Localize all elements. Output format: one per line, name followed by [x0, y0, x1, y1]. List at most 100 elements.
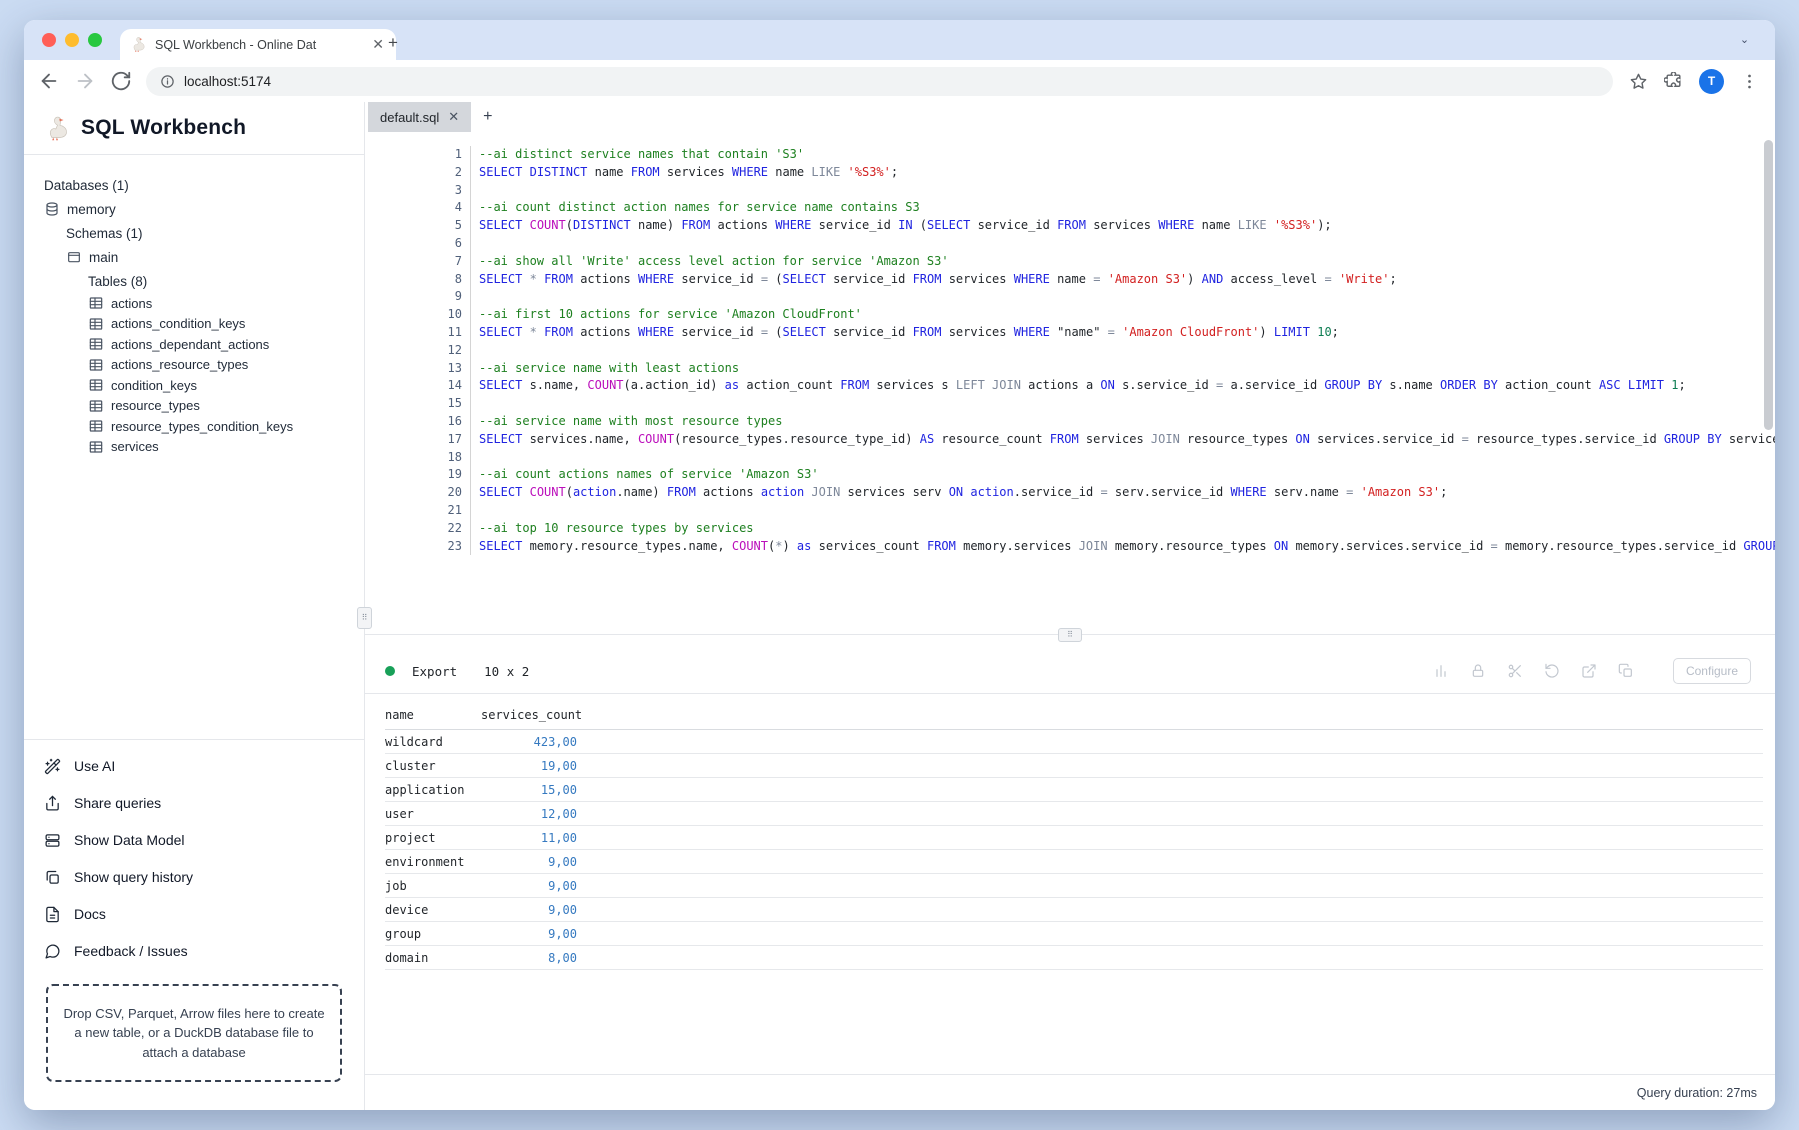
- tree-item-resource-types[interactable]: resource_types: [24, 396, 364, 417]
- new-tab-button[interactable]: +: [388, 34, 398, 51]
- url-text[interactable]: localhost:5174: [184, 74, 271, 89]
- code-line-23[interactable]: 23SELECT memory.resource_types.name, COU…: [365, 538, 1775, 556]
- column-header-name[interactable]: name: [385, 708, 481, 722]
- table-row-user[interactable]: user12,00: [385, 802, 1763, 826]
- address-bar[interactable]: localhost:5174: [146, 67, 1613, 96]
- window-controls[interactable]: [42, 33, 102, 47]
- forward-button[interactable]: [74, 70, 96, 92]
- profile-avatar[interactable]: T: [1699, 69, 1724, 94]
- export-button[interactable]: Export: [412, 664, 457, 679]
- code-line-7[interactable]: 7--ai show all 'Write' access level acti…: [365, 253, 1775, 271]
- code-line-18[interactable]: 18: [365, 449, 1775, 467]
- tree-item-actions[interactable]: actions: [24, 293, 364, 314]
- cell-name: environment: [385, 855, 481, 869]
- code-line-10[interactable]: 10--ai first 10 actions for service 'Ama…: [365, 306, 1775, 324]
- editor-scrollbar[interactable]: [1764, 140, 1773, 430]
- menu-item-docs[interactable]: Docs: [24, 896, 364, 933]
- code-line-11[interactable]: 11SELECT * FROM actions WHERE service_id…: [365, 324, 1775, 342]
- menu-item-share-queries[interactable]: Share queries: [24, 785, 364, 822]
- code-line-13[interactable]: 13--ai service name with least actions: [365, 360, 1775, 378]
- menu-item-feedback-issues[interactable]: Feedback / Issues: [24, 933, 364, 970]
- table-row-wildcard[interactable]: wildcard423,00: [385, 730, 1763, 754]
- code-line-12[interactable]: 12: [365, 342, 1775, 360]
- tree-item-label: resource_types: [111, 398, 200, 413]
- code-line-19[interactable]: 19--ai count actions names of service 'A…: [365, 466, 1775, 484]
- chart-icon[interactable]: [1433, 663, 1449, 679]
- table-row-job[interactable]: job9,00: [385, 874, 1763, 898]
- code-line-21[interactable]: 21: [365, 502, 1775, 520]
- table-row-environment[interactable]: environment9,00: [385, 850, 1763, 874]
- tree-item-actions-resource-types[interactable]: actions_resource_types: [24, 355, 364, 376]
- pane-resize-grip[interactable]: ⠿: [1058, 628, 1082, 642]
- copy-icon[interactable]: [1618, 663, 1634, 679]
- file-dropzone[interactable]: Drop CSV, Parquet, Arrow files here to c…: [46, 984, 342, 1083]
- lock-icon[interactable]: [1470, 663, 1486, 679]
- editor-tab-default-sql[interactable]: default.sql ✕: [368, 102, 471, 132]
- tree-item-resource-types-condition-keys[interactable]: resource_types_condition_keys: [24, 416, 364, 437]
- line-number: 3: [365, 182, 471, 200]
- line-number: 6: [365, 235, 471, 253]
- scissors-icon[interactable]: [1507, 663, 1523, 679]
- table-row-cluster[interactable]: cluster19,00: [385, 754, 1763, 778]
- tree-item-memory[interactable]: memory: [24, 197, 364, 221]
- browser-tabstrip: SQL Workbench - Online Dat ✕ + ⌄: [24, 20, 1775, 60]
- tree-item-services[interactable]: services: [24, 437, 364, 458]
- bookmark-star-icon[interactable]: [1629, 72, 1648, 91]
- menu-item-use-ai[interactable]: Use AI: [24, 748, 364, 785]
- tab-search-chevron-icon[interactable]: ⌄: [1736, 32, 1753, 49]
- results-toolbar: [1433, 663, 1634, 679]
- back-button[interactable]: [38, 70, 60, 92]
- undo-icon[interactable]: [1544, 663, 1560, 679]
- code-line-2[interactable]: 2SELECT DISTINCT name FROM services WHER…: [365, 164, 1775, 182]
- browser-tab[interactable]: SQL Workbench - Online Dat ✕: [120, 29, 396, 60]
- tree-item-actions-dependant-actions[interactable]: actions_dependant_actions: [24, 334, 364, 355]
- column-header-services-count[interactable]: services_count: [481, 708, 577, 722]
- cell-services-count: 12,00: [481, 807, 577, 821]
- site-info-icon[interactable]: [160, 74, 175, 89]
- external-icon[interactable]: [1581, 663, 1597, 679]
- editor-tab-close-icon[interactable]: ✕: [448, 109, 459, 125]
- code-line-1[interactable]: 1--ai distinct service names that contai…: [365, 146, 1775, 164]
- editor-new-tab-button[interactable]: +: [471, 102, 504, 132]
- zoom-window-button[interactable]: [88, 33, 102, 47]
- minimize-window-button[interactable]: [65, 33, 79, 47]
- line-number: 23: [365, 538, 471, 556]
- code-line-5[interactable]: 5SELECT COUNT(DISTINCT name) FROM action…: [365, 217, 1775, 235]
- database-tree: Databases (1)memorySchemas (1)mainTables…: [24, 155, 364, 739]
- code-line-16[interactable]: 16--ai service name with most resource t…: [365, 413, 1775, 431]
- tree-item-actions-condition-keys[interactable]: actions_condition_keys: [24, 314, 364, 335]
- menu-item-show-data-model[interactable]: Show Data Model: [24, 822, 364, 859]
- tab-close-icon[interactable]: ✕: [370, 36, 386, 53]
- code-line-3[interactable]: 3: [365, 182, 1775, 200]
- code-line-8[interactable]: 8SELECT * FROM actions WHERE service_id …: [365, 271, 1775, 289]
- sql-editor[interactable]: 1--ai distinct service names that contai…: [365, 132, 1775, 625]
- table-row-project[interactable]: project11,00: [385, 826, 1763, 850]
- configure-button[interactable]: Configure: [1673, 658, 1751, 684]
- app-title: SQL Workbench: [81, 116, 246, 140]
- menu-kebab-icon[interactable]: [1740, 72, 1759, 91]
- code-text: SELECT s.name, COUNT(a.action_id) as act…: [471, 377, 1686, 395]
- code-line-14[interactable]: 14SELECT s.name, COUNT(a.action_id) as a…: [365, 377, 1775, 395]
- close-window-button[interactable]: [42, 33, 56, 47]
- code-line-20[interactable]: 20SELECT COUNT(action.name) FROM actions…: [365, 484, 1775, 502]
- table-row-device[interactable]: device9,00: [385, 898, 1763, 922]
- menu-item-show-query-history[interactable]: Show query history: [24, 859, 364, 896]
- code-line-22[interactable]: 22--ai top 10 resource types by services: [365, 520, 1775, 538]
- table-row-group[interactable]: group9,00: [385, 922, 1763, 946]
- extensions-puzzle-icon[interactable]: [1664, 72, 1683, 91]
- table-row-domain[interactable]: domain8,00: [385, 946, 1763, 970]
- code-line-15[interactable]: 15: [365, 395, 1775, 413]
- line-number: 14: [365, 377, 471, 395]
- code-line-17[interactable]: 17SELECT services.name, COUNT(resource_t…: [365, 431, 1775, 449]
- cell-services-count: 9,00: [481, 903, 577, 917]
- table-row-application[interactable]: application15,00: [385, 778, 1763, 802]
- sidebar-resize-grip[interactable]: ⠿: [357, 607, 372, 629]
- tree-item-main[interactable]: main: [24, 245, 364, 269]
- line-number: 2: [365, 164, 471, 182]
- server-icon: [44, 832, 61, 849]
- tree-item-condition-keys[interactable]: condition_keys: [24, 375, 364, 396]
- code-line-6[interactable]: 6: [365, 235, 1775, 253]
- code-line-9[interactable]: 9: [365, 288, 1775, 306]
- reload-button[interactable]: [110, 70, 132, 92]
- code-line-4[interactable]: 4--ai count distinct action names for se…: [365, 199, 1775, 217]
